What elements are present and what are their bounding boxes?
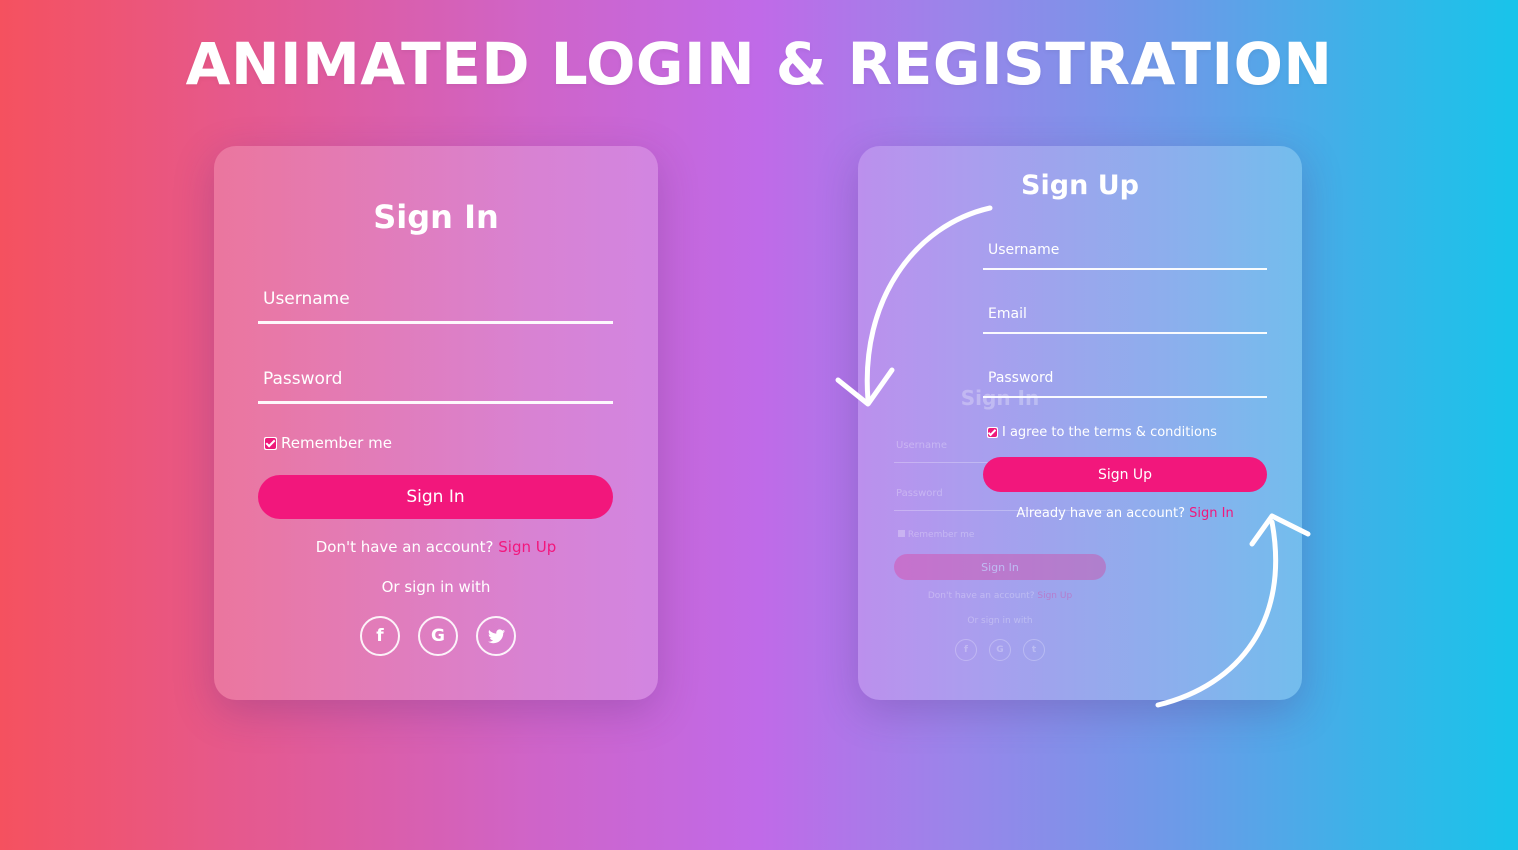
signin-username-placeholder: Username <box>263 289 350 309</box>
signup-link[interactable]: Sign Up <box>498 538 556 556</box>
ghost-signin-button: Sign In <box>894 554 1106 580</box>
signin-remember-checkbox[interactable]: Remember me <box>264 434 392 452</box>
ghost-remember-label: Remember me <box>907 530 975 540</box>
ghost-remember: Remember me <box>898 530 974 540</box>
google-icon[interactable]: G <box>418 616 458 656</box>
facebook-icon[interactable]: f <box>360 616 400 656</box>
twitter-icon[interactable] <box>476 616 516 656</box>
ghost-google-icon: G <box>989 639 1011 661</box>
ghost-password-placeholder: Password <box>896 488 943 499</box>
signup-username-field[interactable]: Username <box>983 232 1267 270</box>
checkbox-icon[interactable] <box>264 436 277 450</box>
ghost-signup-link: Sign Up <box>1037 591 1073 601</box>
signin-password-placeholder: Password <box>263 369 343 389</box>
or-sign-in-with: Or sign in with <box>381 578 491 596</box>
signin-username-field[interactable]: Username <box>258 281 613 324</box>
ghost-social-row: f G t <box>955 639 1045 661</box>
curved-arrow-down-icon <box>835 205 993 407</box>
signup-prompt: Don't have an account? Sign Up <box>214 538 658 556</box>
ghost-or-text: Or sign in with <box>967 616 1033 626</box>
signin-card: Sign In Username Password Remember me .c… <box>214 146 658 700</box>
signup-button[interactable]: Sign Up <box>983 457 1267 492</box>
page-title: ANIMATED LOGIN & REGISTRATION <box>185 30 1333 98</box>
terms-checkbox[interactable]: I agree to the terms & conditions <box>987 425 1217 440</box>
ghost-no-account-text: Don't have an account? <box>927 591 1035 601</box>
ghost-twitter-icon: t <box>1023 639 1045 661</box>
signin-heading: Sign In <box>373 198 499 236</box>
ghost-checkbox-icon <box>898 530 905 537</box>
signin-button[interactable]: Sign In <box>258 475 613 519</box>
ghost-username-placeholder: Username <box>896 440 947 451</box>
terms-label: I agree to the terms & conditions <box>1002 425 1217 440</box>
curved-arrow-up-icon <box>1155 513 1311 708</box>
social-login-row: f G <box>360 616 516 656</box>
ghost-facebook-icon: f <box>955 639 977 661</box>
signin-password-field[interactable]: Password <box>258 361 613 404</box>
no-account-text: Don't have an account? <box>315 538 494 556</box>
signup-password-field[interactable]: Password <box>983 360 1267 398</box>
ghost-signup-prompt: Don't have an account? Sign Up <box>894 591 1106 601</box>
signup-email-field[interactable]: Email <box>983 296 1267 334</box>
remember-label: Remember me <box>281 434 392 452</box>
